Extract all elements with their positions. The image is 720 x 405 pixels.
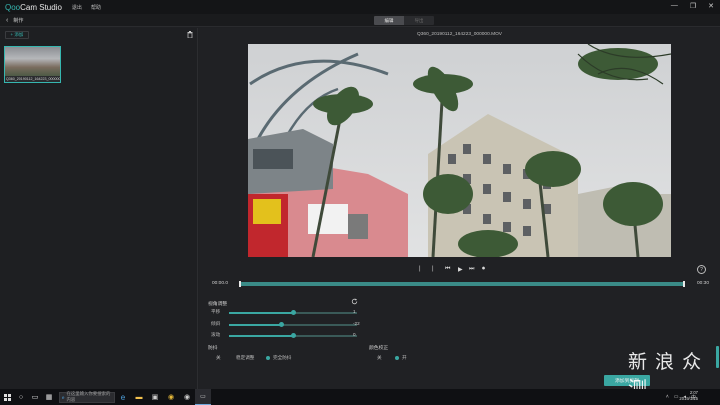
roll-slider-knob[interactable] bbox=[290, 333, 296, 338]
help-icon[interactable]: ? bbox=[697, 265, 706, 274]
taskbar-clock[interactable]: 2:07 2019/1/15 bbox=[679, 390, 698, 402]
mark-out-icon[interactable]: | bbox=[432, 266, 434, 272]
thumbnail-filename: Q360_20190112_164223_000000.MOV bbox=[6, 77, 61, 81]
video-filename: Q360_20190112_164223_000000.MOV bbox=[417, 32, 502, 37]
taskbar-search[interactable]: e 在这里输入你要搜索的内容 bbox=[59, 391, 115, 403]
trim-start-handle[interactable] bbox=[239, 281, 241, 287]
window-app-icon[interactable]: ▣ bbox=[147, 389, 163, 405]
roll-slider-row: 滚动 0 bbox=[211, 332, 571, 340]
tab-export[interactable]: 导出 bbox=[404, 16, 434, 25]
previous-icon[interactable]: ⏮ bbox=[445, 266, 450, 273]
video-frame-image bbox=[248, 44, 671, 257]
chrome-icon[interactable]: ◉ bbox=[163, 389, 179, 405]
pan-slider-knob[interactable] bbox=[290, 310, 296, 315]
media-library-panel: + 添加 Q360_20190112_164223_000000.MOV bbox=[0, 28, 198, 389]
browser-icon[interactable]: ◉ bbox=[179, 389, 195, 405]
stabilize-title: 防抖 bbox=[208, 346, 218, 351]
title-bar: QooCam Studio 退出 帮助 — ❐ ✕ bbox=[0, 0, 720, 14]
mode-toggle: 编辑 导出 bbox=[374, 16, 434, 25]
video-preview[interactable] bbox=[248, 44, 671, 257]
view-adjust-title: 视角调整 bbox=[208, 302, 228, 307]
total-time: 00:30 bbox=[696, 281, 709, 286]
windows-start-icon[interactable] bbox=[0, 389, 14, 405]
minimize-icon[interactable]: — bbox=[671, 2, 678, 10]
stabilize-option-full[interactable]: 完全防抖 bbox=[266, 355, 291, 361]
roll-slider[interactable] bbox=[229, 333, 357, 338]
tilt-slider-knob[interactable] bbox=[278, 322, 284, 327]
playback-controls: | | ⏮ ▶ ⏭ ⏺ bbox=[199, 266, 720, 276]
app-grid-icon[interactable]: ▦ bbox=[42, 389, 56, 405]
mark-in-icon[interactable]: | bbox=[419, 266, 421, 272]
pan-slider-row: 平移 1 bbox=[211, 309, 571, 317]
color-option-off[interactable]: 关 bbox=[377, 355, 382, 361]
media-thumbnail[interactable]: Q360_20190112_164223_000000.MOV bbox=[4, 46, 61, 83]
add-media-button[interactable]: + 添加 bbox=[5, 31, 29, 39]
roll-value: 0 bbox=[353, 332, 356, 337]
color-option-on[interactable]: 开 bbox=[395, 355, 407, 361]
app-window: QooCam Studio 退出 帮助 — ❐ ✕ ‹ 制作 编辑 导出 + 添… bbox=[0, 0, 720, 400]
qoocam-studio-taskbar-icon[interactable]: ▭ bbox=[195, 389, 211, 405]
menu-item-help[interactable]: 帮助 bbox=[91, 4, 101, 11]
reset-icon[interactable] bbox=[351, 298, 358, 305]
file-explorer-icon[interactable]: ▬ bbox=[131, 389, 147, 405]
pan-value: 1 bbox=[353, 309, 356, 314]
tilt-slider-fill bbox=[229, 324, 282, 326]
trash-icon[interactable] bbox=[187, 31, 193, 38]
tilt-slider-row: 倾斜 -22 bbox=[211, 321, 571, 329]
windows-taskbar: ○ ▭ ▦ e 在这里输入你要搜索的内容 e ▬ ▣ ◉ ◉ ▭ ˄ ▭ ◂ 中… bbox=[0, 389, 720, 405]
trim-end-handle[interactable] bbox=[683, 281, 685, 287]
tilt-slider[interactable] bbox=[229, 322, 357, 327]
menu-item-exit[interactable]: 退出 bbox=[72, 4, 82, 11]
selected-radio-icon bbox=[266, 356, 270, 360]
network-icon[interactable]: ▭ bbox=[674, 394, 679, 400]
thumbnail-image bbox=[5, 47, 60, 76]
edge-search-icon: e bbox=[62, 394, 65, 400]
pan-slider[interactable] bbox=[229, 310, 357, 315]
tilt-value: -22 bbox=[353, 321, 360, 326]
task-view-icon[interactable]: ▭ bbox=[28, 389, 42, 405]
current-time: 00:00.0 bbox=[212, 281, 229, 286]
menu-bar: 退出 帮助 bbox=[72, 4, 101, 11]
play-icon[interactable]: ▶ bbox=[458, 266, 463, 273]
timeline-progress bbox=[240, 282, 684, 286]
roll-label: 滚动 bbox=[211, 332, 221, 337]
next-icon[interactable]: ⏭ bbox=[469, 266, 474, 273]
tab-edit[interactable]: 编辑 bbox=[374, 16, 404, 25]
pan-label: 平移 bbox=[211, 309, 221, 314]
page-title: 制作 bbox=[13, 17, 24, 24]
cortana-icon[interactable]: ○ bbox=[14, 389, 28, 405]
tilt-label: 倾斜 bbox=[211, 321, 221, 326]
color-correction-title: 颜色校正 bbox=[369, 346, 389, 351]
close-icon[interactable]: ✕ bbox=[708, 2, 714, 10]
selected-radio-icon bbox=[395, 356, 399, 360]
back-arrow-icon[interactable]: ‹ bbox=[6, 17, 8, 24]
restore-icon[interactable]: ❐ bbox=[690, 2, 696, 10]
editor-panel: Q360_20190112_164223_000000.MOV | | ⏮ ▶ … bbox=[199, 28, 720, 389]
edge-icon[interactable]: e bbox=[115, 389, 131, 405]
window-controls: — ❐ ✕ bbox=[671, 2, 714, 10]
stabilize-option-adjust[interactable]: 稳定调整 bbox=[236, 355, 254, 361]
roll-slider-fill bbox=[229, 335, 293, 337]
stabilize-option-off[interactable]: 关 bbox=[216, 355, 221, 361]
timeline-track[interactable] bbox=[239, 281, 685, 287]
app-logo: QooCam Studio bbox=[5, 2, 62, 12]
pan-slider-fill bbox=[229, 312, 293, 314]
snapshot-icon[interactable]: ⏺ bbox=[482, 266, 485, 273]
sub-bar: ‹ 制作 编辑 导出 bbox=[0, 14, 720, 27]
chevron-up-icon[interactable]: ˄ bbox=[666, 394, 669, 400]
